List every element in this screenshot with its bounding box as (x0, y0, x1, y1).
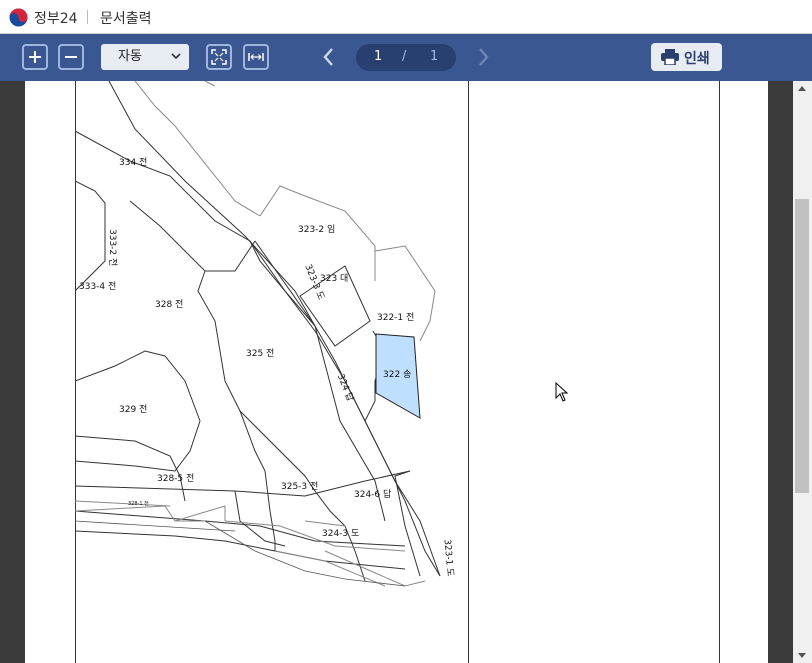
parcel-label-333-4: 333-4 전 (79, 281, 116, 292)
total-pages: 1 (430, 49, 439, 64)
zoom-select[interactable]: 자동 (101, 44, 189, 70)
scrollbar-thumb[interactable] (795, 199, 809, 493)
fit-width-icon (248, 53, 264, 61)
parcel-label-329: 329 전 (119, 404, 147, 415)
scroll-up-arrow-icon[interactable] (798, 86, 806, 91)
current-page-input[interactable]: 1 (374, 49, 382, 64)
parcel-label-323-1: 323-1 도 (442, 539, 455, 577)
print-button[interactable]: 인쇄 (651, 43, 722, 71)
app-name: 정부24 (34, 11, 78, 27)
parcel-label-328: 328 전 (155, 299, 183, 310)
parcel-label-324: 324 답 (335, 372, 357, 403)
minus-icon (65, 56, 77, 58)
fit-page-icon (211, 49, 227, 65)
document-viewer[interactable]: 334 전 333-2 전 333-4 전 328 전 323-2 임 323 … (0, 81, 812, 663)
page-separator: / (402, 49, 407, 64)
document-page: 334 전 333-2 전 333-4 전 328 전 323-2 임 323 … (25, 81, 768, 663)
parcel-label-328-5: 328-5 전 (157, 473, 194, 484)
plus-icon (29, 51, 41, 63)
zoom-in-button[interactable] (22, 44, 48, 70)
parcel-label-322: 322 송 (383, 369, 411, 380)
title-divider (87, 10, 88, 24)
printer-icon (661, 49, 679, 65)
parcel-label-323-2: 323-2 임 (298, 223, 335, 235)
mouse-cursor-icon (555, 382, 569, 402)
scroll-down-arrow-icon[interactable] (798, 653, 806, 658)
parcel-label-322-1: 322-1 전 (377, 312, 414, 323)
page-indicator: 1 / 1 (356, 44, 456, 71)
zoom-out-button[interactable] (58, 44, 84, 70)
vertical-scrollbar[interactable] (793, 81, 812, 663)
parcel-label-325: 325 전 (246, 348, 274, 359)
government-logo-icon (9, 8, 28, 27)
cadastral-map: 334 전 333-2 전 333-4 전 328 전 323-2 임 323 … (75, 81, 455, 587)
parcel-label-323: 323 대 (320, 273, 348, 284)
fit-width-button[interactable] (243, 44, 269, 70)
fit-page-button[interactable] (206, 44, 232, 70)
parcel-label-328-1: 328-1 전 (128, 500, 149, 507)
parcel-label-324-6: 324-6 답 (354, 488, 391, 500)
next-page-button[interactable] (477, 47, 491, 67)
print-button-label: 인쇄 (684, 51, 710, 67)
previous-page-button[interactable] (321, 47, 335, 67)
parcel-label-333-2: 333-2 전 (107, 229, 118, 266)
document-title: 문서출력 (100, 11, 152, 27)
page-frame-right (719, 81, 720, 663)
pdf-toolbar: 자동 1 / 1 인쇄 (0, 34, 812, 81)
parcel-label-325-3: 325-3 전 (281, 481, 318, 492)
title-bar: 정부24 문서출력 (0, 0, 812, 34)
parcel-label-324-3: 324-3 도 (322, 529, 359, 539)
parcel-label-334: 334 전 (119, 157, 147, 168)
chevron-down-icon (171, 53, 181, 60)
zoom-select-value: 자동 (118, 49, 142, 64)
page-frame-middle (468, 81, 469, 663)
